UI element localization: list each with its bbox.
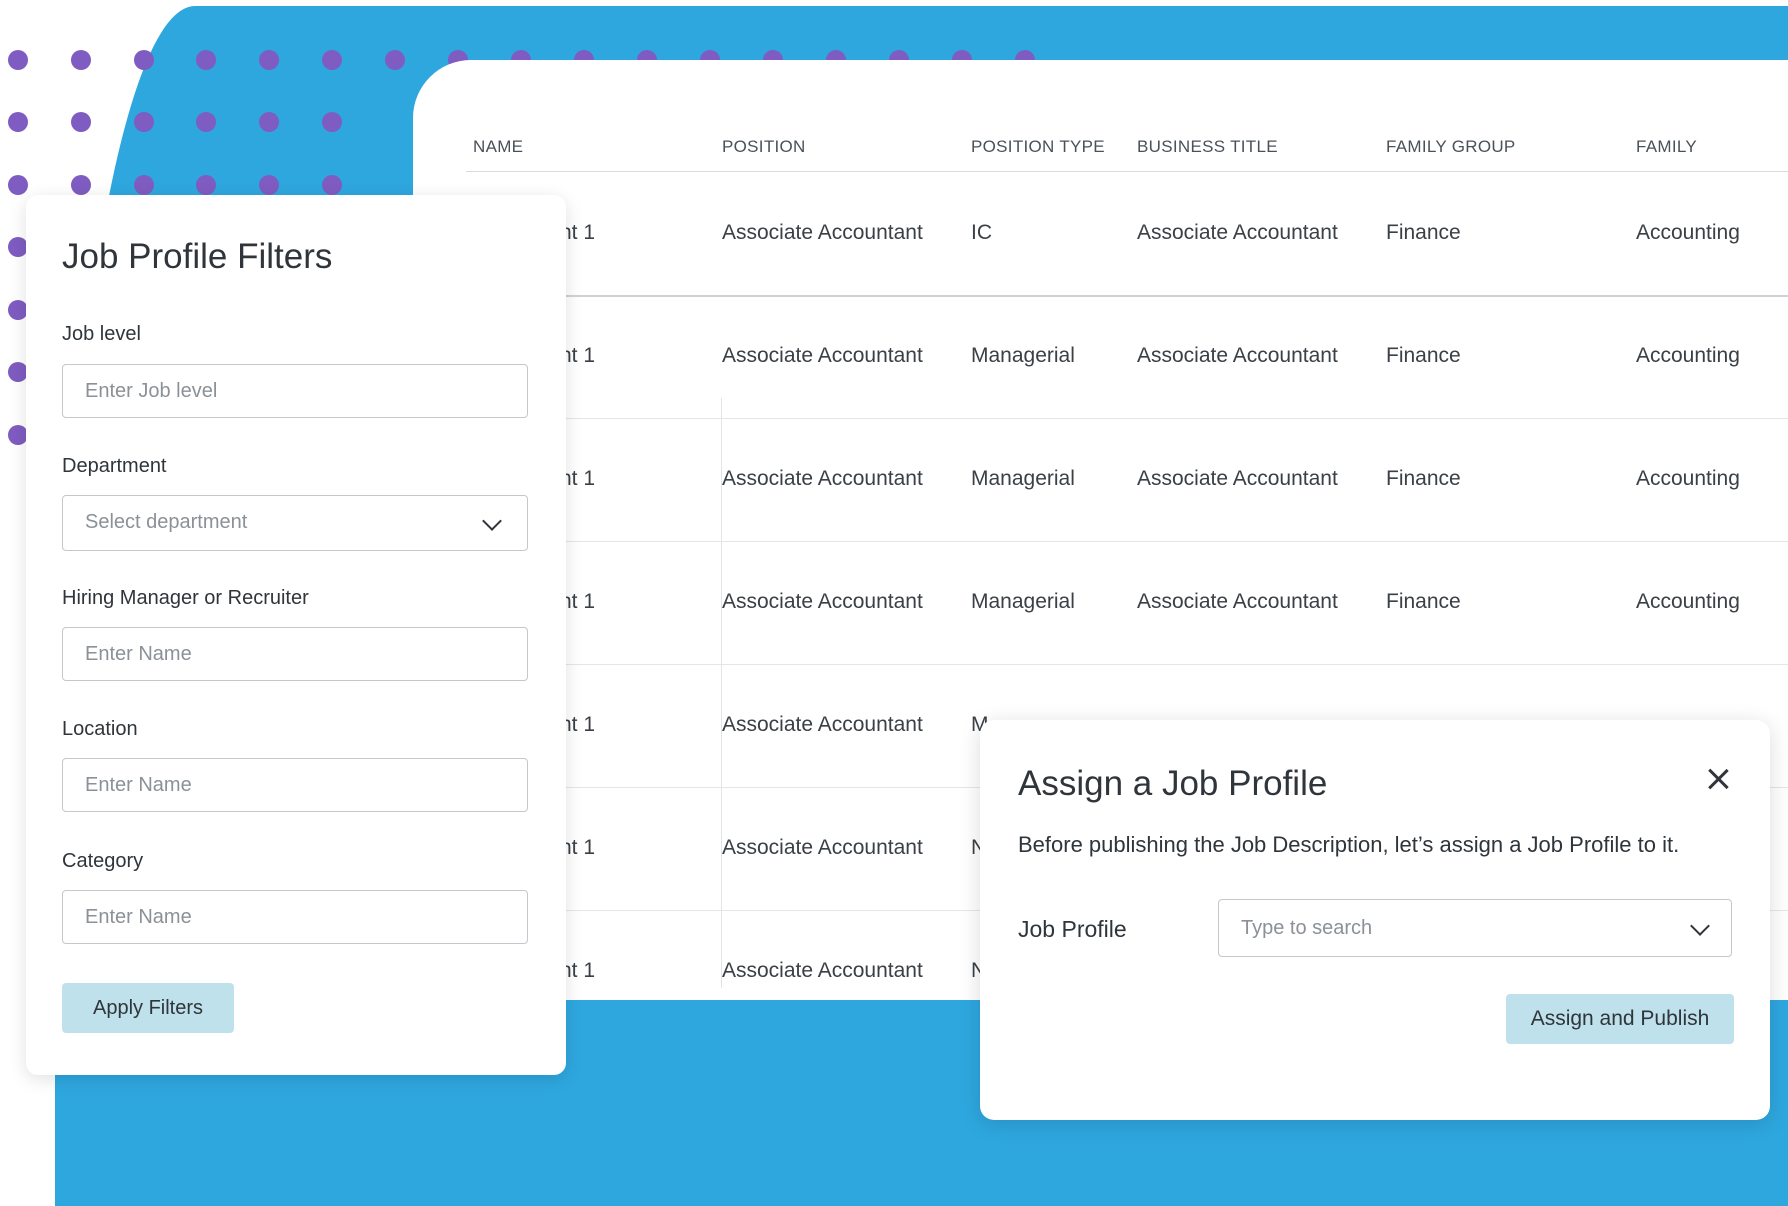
job-profile-filters-panel: Job Profile Filters Job level Department… xyxy=(26,195,566,1075)
column-header-position-type[interactable]: POSITION TYPE xyxy=(971,137,1105,157)
chevron-down-icon xyxy=(482,511,502,531)
department-select[interactable]: Select department xyxy=(62,495,528,551)
decorative-dot xyxy=(322,175,342,195)
cell-family-group: Finance xyxy=(1386,344,1461,367)
filters-title: Job Profile Filters xyxy=(62,237,333,276)
department-label: Department xyxy=(62,455,167,477)
decorative-dot xyxy=(196,175,216,195)
row-divider xyxy=(560,295,1788,297)
cell-position-type: IC xyxy=(971,221,992,244)
decorative-dot xyxy=(196,112,216,132)
decorative-dot xyxy=(259,50,279,70)
cell-position: Associate Accountant xyxy=(722,713,923,736)
decorative-dot xyxy=(71,50,91,70)
assign-job-profile-modal: Assign a Job Profile Before publishing t… xyxy=(980,720,1770,1120)
decorative-dot xyxy=(8,50,28,70)
cell-position-type: Managerial xyxy=(971,590,1075,613)
location-input[interactable] xyxy=(62,758,528,812)
hiring-manager-input[interactable] xyxy=(62,627,528,681)
row-divider xyxy=(560,541,1788,542)
cell-position-type: Managerial xyxy=(971,467,1075,490)
cell-family-group: Finance xyxy=(1386,221,1461,244)
decorative-dot xyxy=(385,50,405,70)
hiring-manager-label: Hiring Manager or Recruiter xyxy=(62,587,309,609)
close-icon[interactable] xyxy=(1703,764,1733,794)
modal-description: Before publishing the Job Description, l… xyxy=(1018,832,1680,857)
job-level-label: Job level xyxy=(62,323,141,345)
cell-business-title: Associate Accountant xyxy=(1137,221,1338,244)
cell-position: Associate Accountant xyxy=(722,467,923,490)
cell-family: Accounting xyxy=(1636,590,1740,613)
location-label: Location xyxy=(62,718,138,740)
column-header-position[interactable]: POSITION xyxy=(722,137,806,157)
chevron-down-icon xyxy=(1690,916,1710,936)
cell-position: Associate Accountant xyxy=(722,836,923,859)
decorative-dot xyxy=(8,175,28,195)
cell-family-group: Finance xyxy=(1386,590,1461,613)
decorative-dot xyxy=(8,362,28,382)
decorative-dot xyxy=(134,50,154,70)
cell-family-group: Finance xyxy=(1386,467,1461,490)
cell-position: Associate Accountant xyxy=(722,959,923,982)
category-label: Category xyxy=(62,850,144,872)
cell-family: Accounting xyxy=(1636,221,1740,244)
job-profile-label: Job Profile xyxy=(1018,916,1127,942)
column-header-family[interactable]: FAMILY xyxy=(1636,137,1697,157)
assign-and-publish-button[interactable]: Assign and Publish xyxy=(1506,994,1734,1044)
job-profile-select[interactable]: Type to search xyxy=(1218,899,1732,957)
decorative-dot xyxy=(259,175,279,195)
row-divider xyxy=(560,664,1788,665)
cell-position: Associate Accountant xyxy=(722,590,923,613)
cell-position: Associate Accountant xyxy=(722,344,923,367)
cell-family: Accounting xyxy=(1636,467,1740,490)
column-header-family-group[interactable]: FAMILY GROUP xyxy=(1386,137,1516,157)
job-level-input[interactable] xyxy=(62,364,528,418)
modal-title: Assign a Job Profile xyxy=(1018,764,1328,803)
decorative-dot xyxy=(71,112,91,132)
decorative-dot xyxy=(71,175,91,195)
decorative-dot xyxy=(196,50,216,70)
table-header-divider xyxy=(466,171,1788,172)
cell-position-type: Managerial xyxy=(971,344,1075,367)
cell-family: Accounting xyxy=(1636,344,1740,367)
apply-filters-button[interactable]: Apply Filters xyxy=(62,983,234,1033)
column-header-business-title[interactable]: BUSINESS TITLE xyxy=(1137,137,1278,157)
department-select-placeholder: Select department xyxy=(85,511,248,533)
decorative-dot xyxy=(8,112,28,132)
cell-business-title: Associate Accountant xyxy=(1137,344,1338,367)
decorative-dot xyxy=(134,112,154,132)
cell-position: Associate Accountant xyxy=(722,221,923,244)
column-header-name[interactable]: NAME xyxy=(473,137,523,157)
decorative-dot xyxy=(8,425,28,445)
decorative-dot xyxy=(322,112,342,132)
decorative-dot xyxy=(134,175,154,195)
cell-business-title: Associate Accountant xyxy=(1137,590,1338,613)
cell-business-title: Associate Accountant xyxy=(1137,467,1338,490)
job-profile-select-placeholder: Type to search xyxy=(1241,917,1373,939)
row-divider xyxy=(560,418,1788,419)
decorative-dot xyxy=(8,300,28,320)
decorative-dot xyxy=(259,112,279,132)
decorative-dot xyxy=(322,50,342,70)
category-input[interactable] xyxy=(62,890,528,944)
decorative-dot xyxy=(8,237,28,257)
